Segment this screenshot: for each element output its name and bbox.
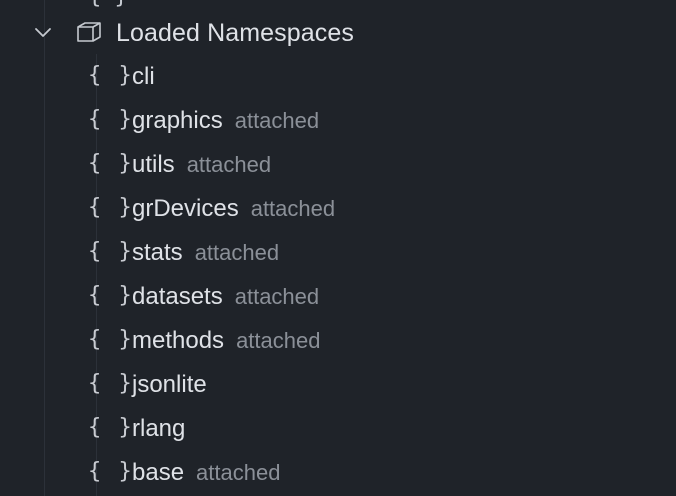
namespace-label: datasets	[132, 283, 223, 310]
namespace-status: attached	[196, 460, 281, 485]
namespace-label: grDevices	[132, 195, 239, 222]
braces-icon: { }	[88, 0, 132, 9]
tree-item-datasets[interactable]: { } datasets attached	[0, 274, 676, 318]
namespace-label: jsonlite	[132, 371, 207, 398]
braces-icon: { }	[88, 239, 134, 264]
namespace-status: attached	[194, 240, 280, 265]
namespace-label: graphics	[132, 107, 223, 134]
tree-item-clipped[interactable]: { }	[88, 0, 132, 9]
namespace-name: methods attached	[132, 327, 320, 355]
namespace-label: rlang	[132, 415, 186, 442]
tree-item-stats[interactable]: { } stats attached	[0, 230, 676, 274]
braces-icon: { }	[88, 371, 134, 396]
namespace-label: utils	[132, 151, 175, 178]
tree-item-graphics[interactable]: { } graphics attached	[0, 98, 676, 142]
tree-item-rlang[interactable]: { } rlang	[0, 406, 676, 450]
namespace-status: attached	[250, 196, 336, 221]
namespace-status: attached	[186, 152, 272, 177]
namespace-label: cli	[132, 63, 155, 90]
braces-icon: { }	[88, 459, 134, 484]
namespace-name: datasets attached	[132, 283, 319, 311]
tree-item-jsonlite[interactable]: { } jsonlite	[0, 362, 676, 406]
tree-item-grdevices[interactable]: { } grDevices attached	[0, 186, 676, 230]
namespace-label: methods	[132, 327, 225, 354]
namespace-name: graphics attached	[132, 107, 319, 135]
tree-item-utils[interactable]: { } utils attached	[0, 142, 676, 186]
tree-item-methods[interactable]: { } methods attached	[0, 318, 676, 362]
namespace-name: jsonlite	[132, 371, 207, 399]
namespace-name: stats attached	[132, 239, 279, 267]
namespace-label: stats	[132, 239, 183, 266]
tree-item-cli[interactable]: { } cli	[0, 54, 676, 98]
namespace-name: rlang	[132, 415, 185, 443]
namespace-name: base attached	[132, 459, 280, 487]
package-cube-icon	[77, 22, 101, 42]
namespace-name: cli	[132, 63, 155, 91]
namespace-status: attached	[236, 328, 321, 353]
braces-icon: { }	[88, 107, 134, 132]
braces-icon: { }	[88, 63, 134, 88]
tree-item-base[interactable]: { } base attached	[0, 450, 676, 494]
group-label: Loaded Namespaces	[116, 19, 354, 47]
namespace-tree: { } Loaded Namespaces { }cli{ }graphicsa…	[0, 0, 676, 496]
braces-icon: { }	[88, 283, 134, 308]
braces-icon: { }	[88, 151, 134, 176]
braces-icon: { }	[88, 327, 134, 352]
tree-group-loaded-namespaces[interactable]: Loaded Namespaces	[0, 10, 676, 54]
namespace-label: base	[132, 459, 185, 486]
namespace-name: grDevices attached	[132, 195, 335, 223]
namespace-status: attached	[234, 284, 320, 309]
braces-icon: { }	[88, 195, 134, 220]
namespace-name: utils attached	[132, 151, 271, 179]
chevron-down-icon[interactable]	[34, 24, 52, 42]
braces-icon: { }	[88, 415, 134, 440]
namespace-status: attached	[234, 108, 320, 133]
